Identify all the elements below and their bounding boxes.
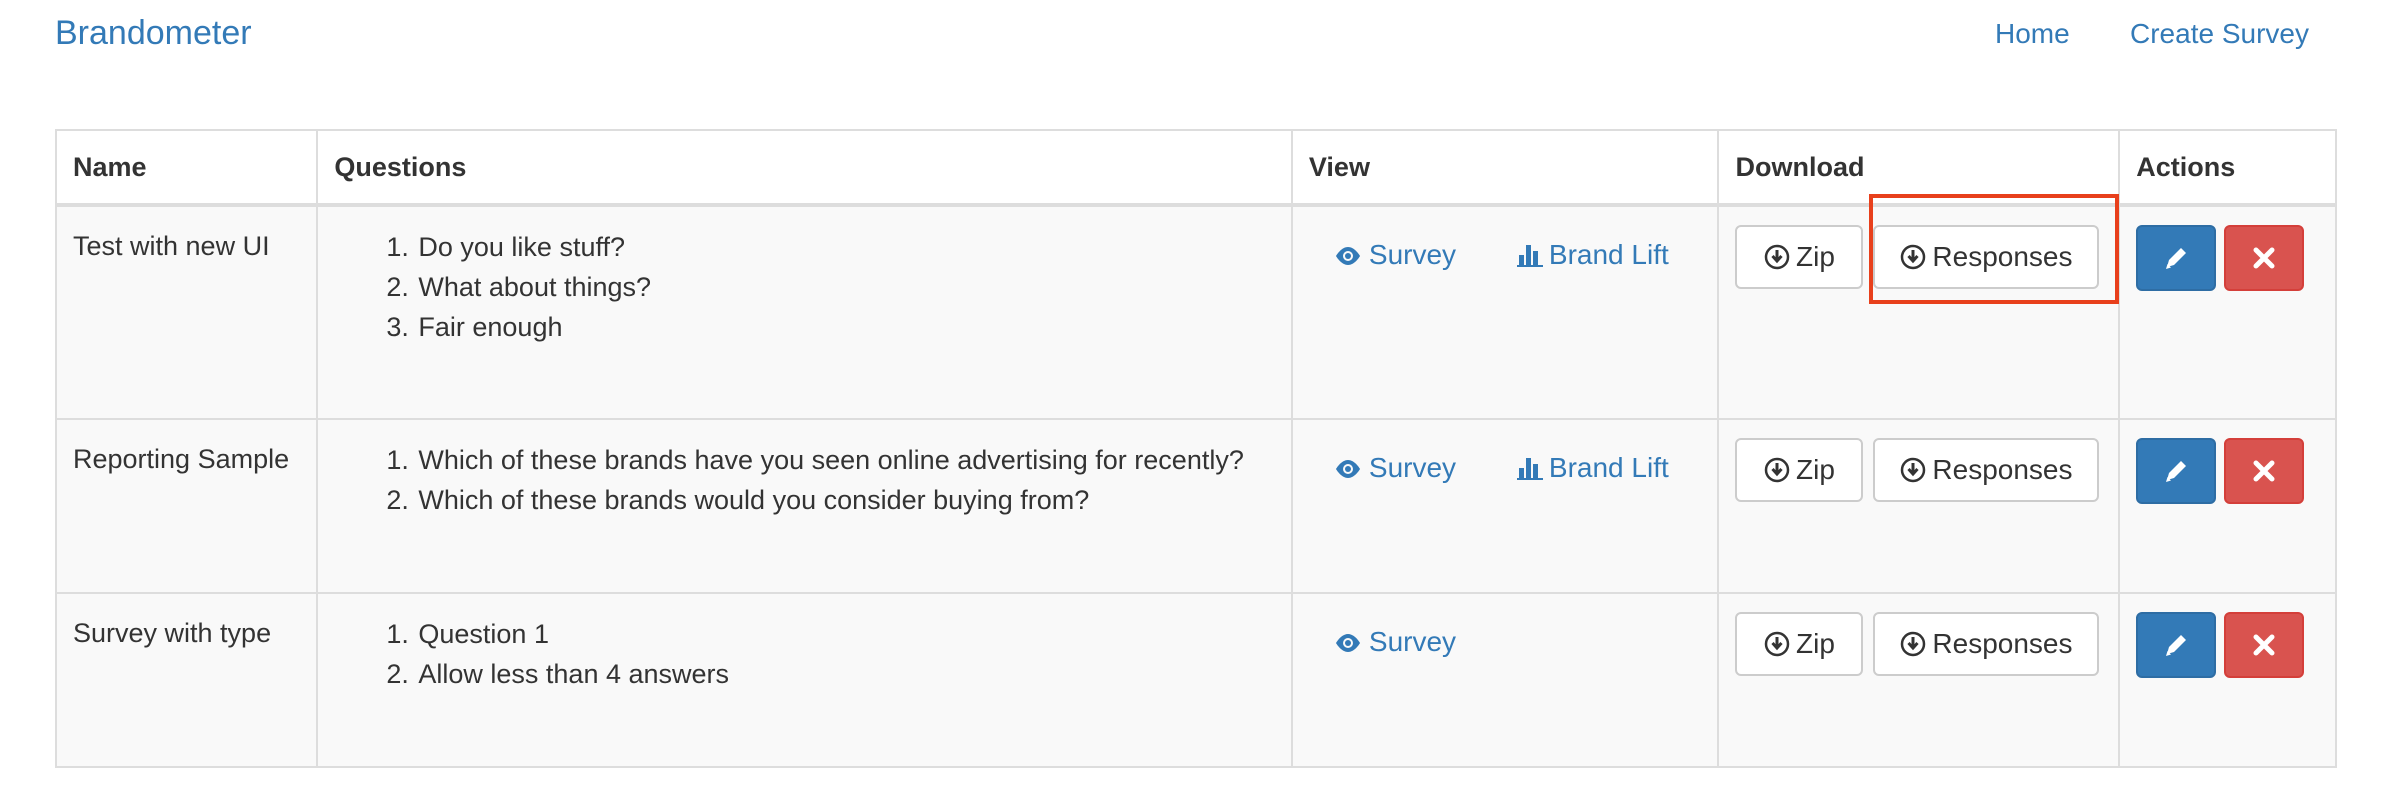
view-survey-label: Survey xyxy=(1368,239,1457,270)
download-zip-button[interactable]: Zip xyxy=(1735,438,1864,502)
eye-icon xyxy=(1335,634,1360,652)
view-survey-label: Survey xyxy=(1368,626,1457,657)
view-survey-label: Survey xyxy=(1368,452,1457,483)
download-circle-icon xyxy=(1901,457,1926,483)
pencil-icon xyxy=(2166,635,2187,656)
actions-cell xyxy=(2118,592,2337,768)
question-item: Which of these brands would you consider… xyxy=(416,480,1291,520)
x-icon xyxy=(2253,634,2275,656)
download-responses-button[interactable]: Responses xyxy=(1873,438,2100,502)
table-row: Reporting Sample Which of these brands h… xyxy=(54,418,2337,594)
download-circle-icon xyxy=(1901,631,1926,657)
view-brand-lift-label: Brand Lift xyxy=(1548,452,1669,483)
question-item: Question 1 xyxy=(416,614,1291,654)
table-header-row: Name Questions View Download Actions xyxy=(54,129,2337,207)
view-brand-lift-link[interactable]: Brand Lift xyxy=(1516,239,1669,271)
edit-button[interactable] xyxy=(2136,612,2217,678)
column-header-download: Download xyxy=(1717,129,2121,207)
download-responses-button[interactable]: Responses xyxy=(1873,225,2100,289)
download-responses-label: Responses xyxy=(1932,241,2073,272)
view-brand-lift-label: Brand Lift xyxy=(1548,239,1669,270)
column-header-questions: Questions xyxy=(316,129,1293,207)
column-header-name: Name xyxy=(54,129,319,207)
questions-list: Which of these brands have you seen onli… xyxy=(318,440,1291,520)
download-cell: Zip Responses xyxy=(1717,204,2121,420)
edit-button[interactable] xyxy=(2136,438,2217,504)
view-survey-link[interactable]: Survey xyxy=(1333,626,1456,658)
view-cell: Survey xyxy=(1290,592,1720,768)
download-zip-button[interactable]: Zip xyxy=(1735,225,1864,289)
download-circle-icon xyxy=(1764,244,1790,270)
questions-list: Question 1 Allow less than 4 answers xyxy=(318,614,1291,694)
eye-icon xyxy=(1335,247,1360,265)
edit-button[interactable] xyxy=(2136,225,2217,291)
download-zip-label: Zip xyxy=(1796,241,1835,272)
download-circle-icon xyxy=(1764,631,1790,657)
delete-button[interactable] xyxy=(2224,225,2305,291)
survey-name: Reporting Sample xyxy=(54,418,319,594)
bar-chart-icon xyxy=(1516,458,1543,480)
brand-link[interactable]: Brandometer xyxy=(55,14,252,53)
view-cell: Survey Brand Lift xyxy=(1290,204,1720,420)
bar-chart-icon xyxy=(1516,245,1543,267)
download-circle-icon xyxy=(1764,457,1790,483)
question-item: Fair enough xyxy=(416,307,1291,347)
pencil-icon xyxy=(2166,248,2187,269)
actions-cell xyxy=(2118,418,2337,594)
question-item: Do you like stuff? xyxy=(416,227,1291,267)
view-survey-link[interactable]: Survey xyxy=(1333,239,1456,271)
download-responses-label: Responses xyxy=(1932,454,2073,485)
nav-home-link[interactable]: Home xyxy=(1995,18,2070,50)
column-header-actions: Actions xyxy=(2118,129,2337,207)
questions-list: Do you like stuff? What about things? Fa… xyxy=(318,227,1291,347)
questions-cell: Which of these brands have you seen onli… xyxy=(316,418,1293,594)
download-circle-icon xyxy=(1901,244,1926,270)
download-cell: Zip Responses xyxy=(1717,418,2121,594)
eye-icon xyxy=(1335,460,1360,478)
download-responses-button[interactable]: Responses xyxy=(1873,612,2100,676)
table-row: Test with new UI Do you like stuff? What… xyxy=(54,204,2337,420)
download-cell: Zip Responses xyxy=(1717,592,2121,768)
nav-create-survey-link[interactable]: Create Survey xyxy=(2130,18,2309,50)
view-survey-link[interactable]: Survey xyxy=(1333,452,1456,484)
view-brand-lift-link[interactable]: Brand Lift xyxy=(1516,452,1669,484)
question-item: Allow less than 4 answers xyxy=(416,654,1291,694)
table-row: Survey with type Question 1 Allow less t… xyxy=(54,592,2337,768)
delete-button[interactable] xyxy=(2224,612,2305,678)
survey-name: Test with new UI xyxy=(54,204,319,420)
download-zip-button[interactable]: Zip xyxy=(1735,612,1864,676)
x-icon xyxy=(2253,460,2275,482)
questions-cell: Do you like stuff? What about things? Fa… xyxy=(316,204,1293,420)
navbar: Brandometer Home Create Survey xyxy=(0,0,2392,80)
actions-cell xyxy=(2118,204,2337,420)
download-responses-label: Responses xyxy=(1932,628,2073,659)
question-item: What about things? xyxy=(416,267,1291,307)
download-zip-label: Zip xyxy=(1796,454,1835,485)
download-zip-label: Zip xyxy=(1796,628,1835,659)
survey-name: Survey with type xyxy=(54,592,319,768)
surveys-table: Name Questions View Download Actions Tes… xyxy=(54,129,2337,768)
questions-cell: Question 1 Allow less than 4 answers xyxy=(316,592,1293,768)
view-cell: Survey Brand Lift xyxy=(1290,418,1720,594)
delete-button[interactable] xyxy=(2224,438,2305,504)
column-header-view: View xyxy=(1290,129,1720,207)
pencil-icon xyxy=(2166,461,2187,482)
question-item: Which of these brands have you seen onli… xyxy=(416,440,1291,480)
x-icon xyxy=(2253,247,2275,269)
